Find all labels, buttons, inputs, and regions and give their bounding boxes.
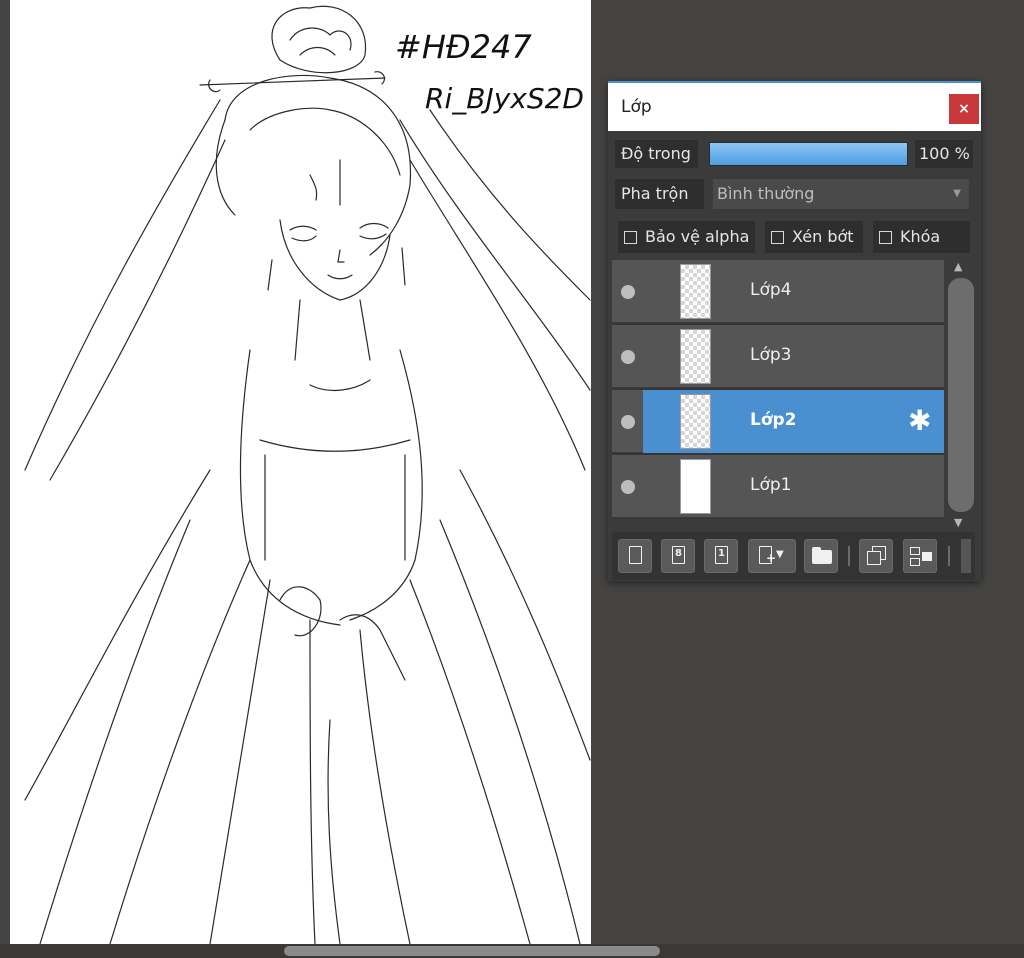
scroll-down-icon[interactable]: ▼ — [954, 516, 962, 529]
merge-down-button[interactable] — [903, 539, 937, 573]
page-8-icon: 8 — [672, 546, 685, 564]
gear-icon[interactable]: ✱ — [908, 407, 931, 435]
vertical-scrollbar-thumb[interactable] — [948, 278, 974, 512]
drawing-canvas[interactable]: #HĐ247 Ri_BJyxS2D — [10, 0, 591, 944]
toolbar-divider — [948, 546, 950, 566]
layer-name: Lớp4 — [750, 280, 792, 300]
layer-name: Lớp3 — [750, 345, 792, 365]
checkbox-alpha-protect[interactable]: Bảo vệ alpha — [618, 221, 755, 253]
layer-thumbnail — [680, 329, 711, 384]
layer-name: Lớp1 — [750, 475, 792, 495]
blend-mode-select[interactable]: Bình thường ▼ — [713, 179, 969, 209]
layers-panel: Lớp × Độ trong 100 % Pha trộn Bình thườn… — [608, 81, 981, 581]
checkbox-box — [879, 231, 892, 244]
layer-thumbnail — [680, 264, 711, 319]
new-layer-button[interactable] — [618, 539, 652, 573]
toolbar-divider — [848, 546, 850, 566]
blend-label: Pha trộn — [615, 179, 704, 209]
visibility-icon[interactable] — [621, 480, 635, 494]
layer-toolbar: 8 1 + ▼ — [612, 532, 975, 580]
visibility-icon[interactable] — [621, 415, 635, 429]
checkbox-box — [624, 231, 637, 244]
close-icon: × — [958, 101, 970, 117]
blend-mode-value: Bình thường — [717, 184, 815, 203]
folder-icon — [812, 547, 832, 564]
new-8bit-layer-button[interactable]: 8 — [661, 539, 695, 573]
panel-title: Lớp — [621, 97, 652, 117]
new-folder-button[interactable] — [804, 539, 838, 573]
layer-thumbnail — [680, 459, 711, 514]
layer-list: Lớp4 Lớp3 Lớp2 ✱ Lớp1 — [612, 260, 944, 519]
vertical-scrollbar[interactable]: ▲ ▼ — [945, 260, 975, 533]
layer-thumbnail — [680, 394, 711, 449]
layer-row-1[interactable]: Lớp1 — [612, 455, 944, 518]
toolbar-overflow-handle[interactable] — [961, 539, 971, 573]
merge-icon-target — [922, 552, 932, 561]
opacity-slider[interactable] — [709, 142, 908, 166]
page-icon — [629, 546, 642, 564]
chevron-down-icon: ▼ — [953, 188, 961, 199]
checkbox-label: Bảo vệ alpha — [645, 227, 750, 246]
panel-titlebar[interactable]: Lớp × — [608, 81, 981, 131]
visibility-icon[interactable] — [621, 350, 635, 364]
layer-name: Lớp2 — [750, 410, 797, 430]
opacity-value[interactable]: 100 % — [915, 140, 973, 168]
opacity-label: Độ trong — [615, 140, 698, 168]
horizontal-scrollbar-thumb[interactable] — [284, 946, 660, 956]
add-layer-menu-button[interactable]: + ▼ — [748, 539, 796, 573]
chevron-down-icon: ▼ — [776, 549, 784, 560]
close-button[interactable]: × — [949, 94, 979, 124]
checkbox-label: Xén bớt — [792, 227, 854, 246]
checkbox-box — [771, 231, 784, 244]
merge-icon — [910, 547, 920, 555]
handwriting-line2: Ri_BJyxS2D — [425, 82, 584, 115]
layer-row-3[interactable]: Lớp3 — [612, 325, 944, 388]
page-1-icon: 1 — [715, 546, 728, 564]
checkbox-clipping[interactable]: Xén bớt — [765, 221, 863, 253]
visibility-icon[interactable] — [621, 285, 635, 299]
layer-row-4[interactable]: Lớp4 — [612, 260, 944, 323]
new-1bit-layer-button[interactable]: 1 — [704, 539, 738, 573]
handwriting-line1: #HĐ247 — [395, 28, 532, 66]
scroll-up-icon[interactable]: ▲ — [954, 260, 962, 273]
checkbox-label: Khóa — [900, 227, 941, 246]
layer-row-2[interactable]: Lớp2 ✱ — [612, 390, 944, 453]
duplicate-layer-button[interactable] — [859, 539, 893, 573]
line-art-drawing: #HĐ247 Ri_BJyxS2D — [24, 5, 591, 944]
duplicate-icon-front — [867, 551, 881, 565]
plus-icon: + — [766, 551, 777, 565]
merge-icon-lower — [910, 558, 920, 566]
checkbox-lock[interactable]: Khóa — [873, 221, 970, 253]
